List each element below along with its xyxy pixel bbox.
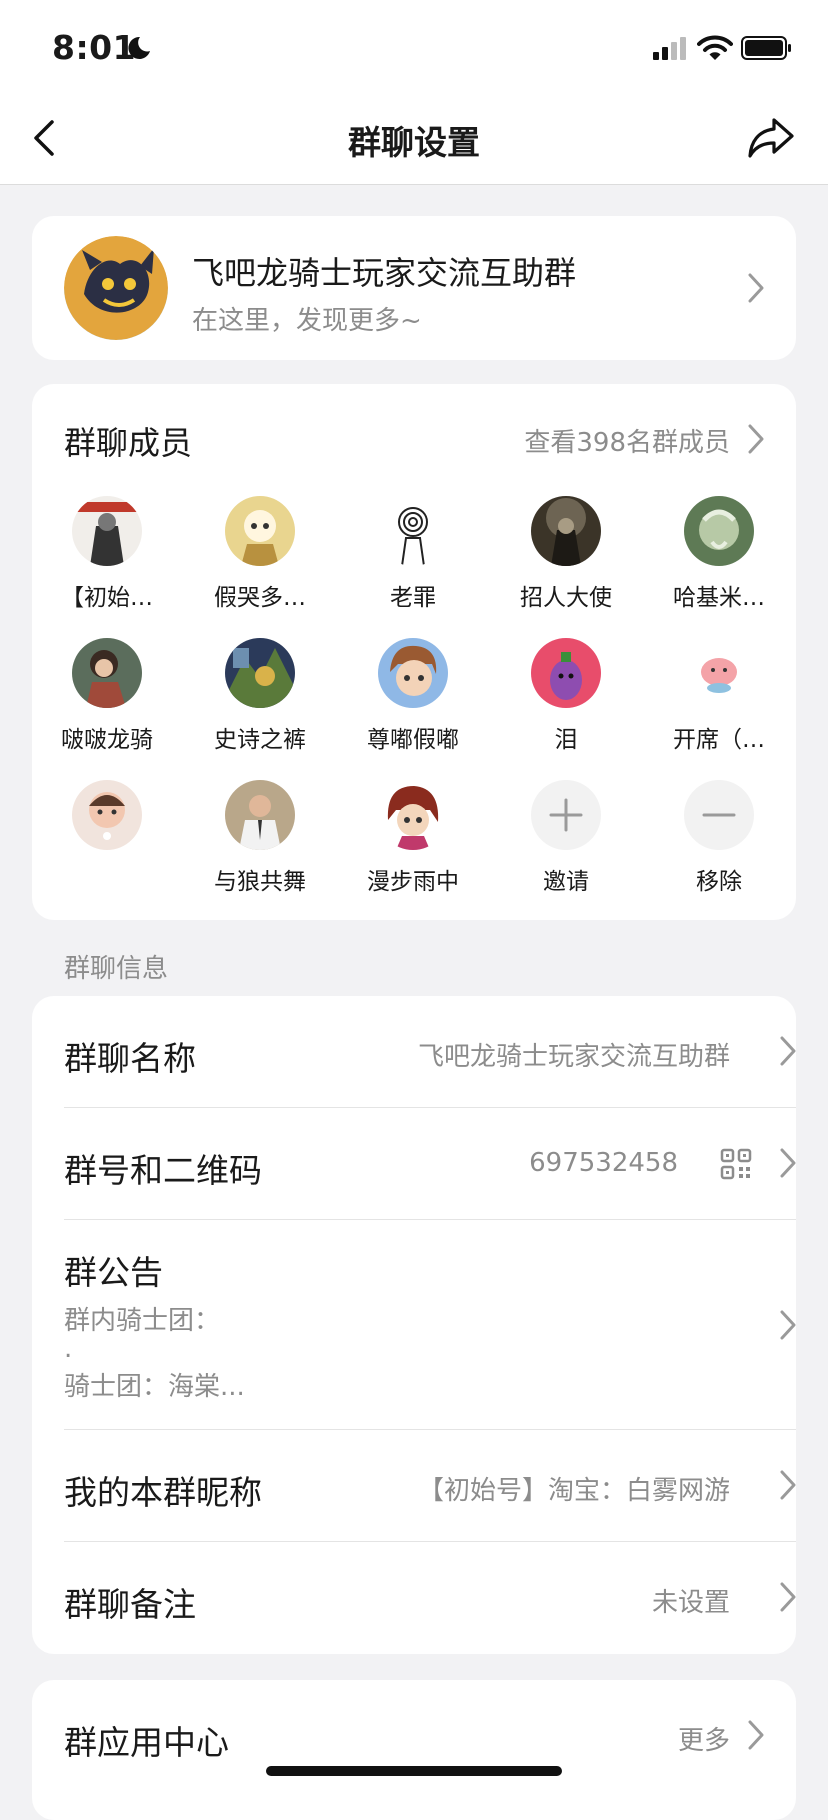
member-name: 【初始… [61, 585, 153, 611]
chevron-right-icon [780, 1470, 796, 1500]
chevron-right-icon [780, 1310, 796, 1340]
invite-member-button[interactable]: 邀请 [491, 780, 641, 910]
group-number-row[interactable]: 群号和二维码 697532458 [64, 1108, 796, 1220]
member-name: 泪 [554, 727, 578, 753]
group-name-row[interactable]: 群聊名称 飞吧龙骑士玩家交流互助群 [64, 996, 796, 1108]
group-apps-card[interactable]: 群应用中心 更多 [32, 1680, 796, 1820]
members-card: 群聊成员 查看398名群成员 【初始… 假哭多… 老罪 招人大使 哈基米… 啵啵… [32, 384, 796, 920]
group-info-card: 群聊名称 飞吧龙骑士玩家交流互助群 群号和二维码 697532458 群公告 群… [32, 996, 796, 1654]
member-item[interactable] [32, 780, 182, 910]
status-bar: 8:01 [0, 0, 828, 92]
member-item[interactable]: 与狼共舞 [185, 780, 335, 910]
member-avatar [378, 496, 448, 566]
nav-bar: 群聊设置 [0, 92, 828, 185]
remove-member-button[interactable]: 移除 [644, 780, 794, 910]
view-all-members-link[interactable]: 查看398名群成员 [524, 422, 730, 459]
row-label: 群号和二维码 [64, 1151, 262, 1190]
section-title: 群聊信息 [64, 954, 169, 984]
member-item[interactable]: 啵啵龙骑 [32, 638, 182, 768]
row-value: 未设置 [651, 1588, 730, 1618]
member-name: 尊嘟假嘟 [367, 727, 459, 753]
member-name: 招人大使 [520, 585, 612, 611]
wifi-icon [697, 35, 733, 60]
chevron-right-icon [780, 1582, 796, 1612]
member-avatar [378, 638, 448, 708]
member-item[interactable]: 泪 [491, 638, 641, 768]
member-item[interactable]: 【初始… [32, 496, 182, 626]
member-name: 史诗之裤 [214, 727, 306, 753]
remove-label: 移除 [696, 869, 742, 895]
minus-icon [684, 780, 754, 850]
row-label: 群聊备注 [64, 1585, 196, 1624]
plus-icon [531, 780, 601, 850]
row-label: 我的本群昵称 [64, 1473, 262, 1512]
member-avatar [531, 496, 601, 566]
member-name: 啵啵龙骑 [61, 727, 153, 753]
row-value: 【初始号】淘宝：白雾网游 [417, 1476, 730, 1506]
notice-line: . [64, 1334, 73, 1364]
member-item[interactable]: 老罪 [338, 496, 488, 626]
member-item[interactable]: 史诗之裤 [185, 638, 335, 768]
member-name: 与狼共舞 [214, 869, 306, 895]
member-avatar [531, 638, 601, 708]
chevron-right-icon [780, 1036, 796, 1066]
member-avatar [72, 496, 142, 566]
group-notice-row[interactable]: 群公告 群内骑士团： . 骑士团：海棠... [64, 1220, 796, 1430]
row-label: 群聊名称 [64, 1039, 196, 1078]
member-avatar [225, 496, 295, 566]
share-icon[interactable] [746, 116, 796, 160]
group-apps-more[interactable]: 更多 [678, 1720, 730, 1757]
member-item[interactable]: 尊嘟假嘟 [338, 638, 488, 768]
page-title: 群聊设置 [348, 123, 480, 162]
group-remark-row[interactable]: 群聊备注 未设置 [64, 1542, 796, 1654]
member-name: 哈基米… [673, 585, 765, 611]
member-item[interactable]: 漫步雨中 [338, 780, 488, 910]
chevron-right-icon [780, 1148, 796, 1178]
member-avatar [72, 638, 142, 708]
member-name: 漫步雨中 [367, 869, 459, 895]
member-name: 假哭多… [214, 585, 306, 611]
chevron-right-icon [748, 273, 764, 303]
member-avatar [225, 638, 295, 708]
group-avatar [64, 236, 168, 340]
members-title: 群聊成员 [64, 424, 193, 462]
member-avatar [378, 780, 448, 850]
member-item[interactable]: 哈基米… [644, 496, 794, 626]
group-subtitle: 在这里，发现更多~ [192, 306, 422, 336]
qr-code-icon [720, 1148, 752, 1180]
chevron-right-icon[interactable] [746, 422, 766, 456]
member-item[interactable]: 开席（… [644, 638, 794, 768]
member-name: 老罪 [390, 585, 436, 611]
member-avatar [684, 638, 754, 708]
notice-line: 骑士团：海棠... [64, 1372, 245, 1402]
invite-label: 邀请 [543, 869, 589, 895]
group-apps-label: 群应用中心 [64, 1723, 229, 1762]
row-value: 697532458 [529, 1148, 678, 1178]
member-item[interactable]: 假哭多… [185, 496, 335, 626]
home-indicator[interactable] [266, 1766, 562, 1776]
member-avatar [684, 496, 754, 566]
row-label: 群公告 [64, 1253, 163, 1292]
member-name: 开席（… [673, 727, 765, 753]
member-item[interactable]: 招人大使 [491, 496, 641, 626]
notice-line: 群内骑士团： [64, 1306, 221, 1336]
row-value: 飞吧龙骑士玩家交流互助群 [417, 1042, 730, 1072]
chevron-right-icon [748, 1720, 764, 1750]
status-time: 8:01 [52, 28, 137, 67]
group-name: 飞吧龙骑士玩家交流互助群 [192, 254, 577, 292]
cellular-signal-icon [653, 37, 686, 60]
group-profile-card[interactable]: 飞吧龙骑士玩家交流互助群 在这里，发现更多~ [32, 216, 796, 360]
moon-icon [128, 36, 150, 59]
member-avatar [225, 780, 295, 850]
my-nickname-row[interactable]: 我的本群昵称 【初始号】淘宝：白雾网游 [64, 1430, 796, 1542]
battery-icon [741, 36, 791, 60]
member-avatar [72, 780, 142, 850]
